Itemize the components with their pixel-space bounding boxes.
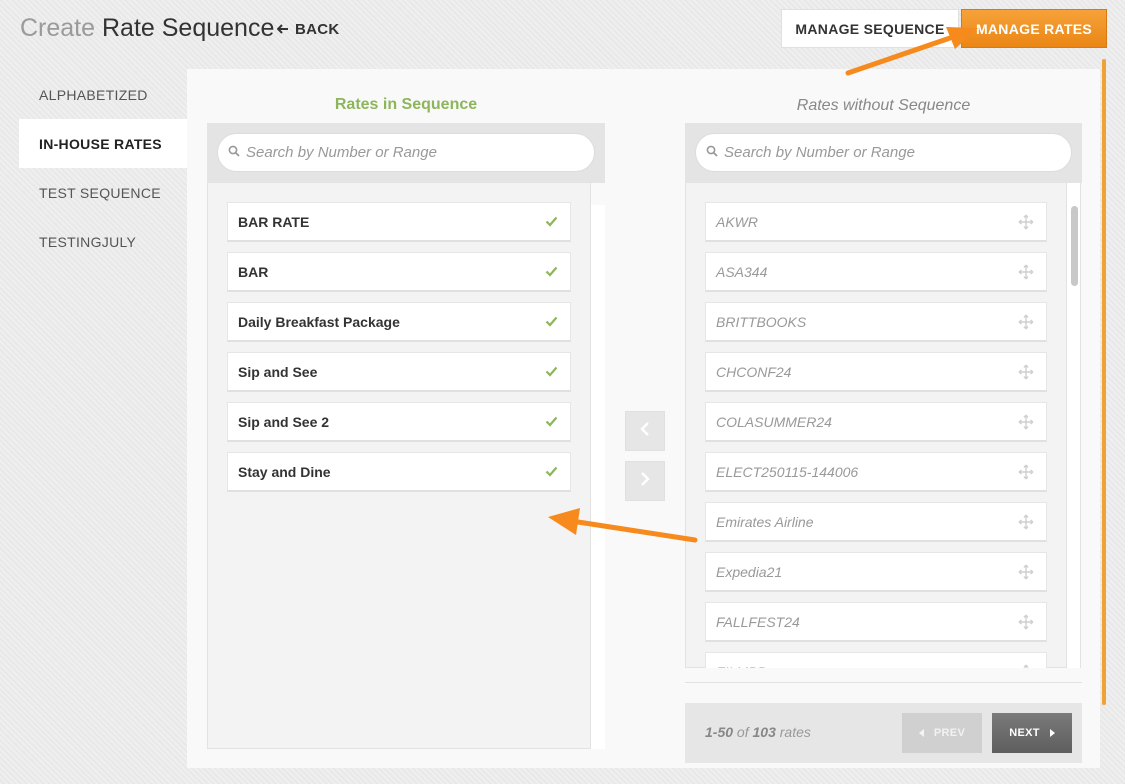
- left-search-box: [217, 133, 595, 172]
- rate-name: Stay and Dine: [238, 463, 331, 480]
- manage-rates-button[interactable]: MANAGE RATES: [961, 9, 1107, 48]
- move-icon[interactable]: [1018, 614, 1034, 633]
- rate-name: BRITTBOOKS: [716, 313, 807, 330]
- unsequenced-rate-row[interactable]: ASA344: [705, 252, 1047, 292]
- move-icon[interactable]: [1018, 464, 1034, 483]
- rate-name: BAR: [238, 263, 269, 280]
- right-list-scrollbar-thumb[interactable]: [1071, 206, 1078, 286]
- triangle-left-icon: [918, 729, 924, 737]
- chevron-left-icon: [640, 421, 650, 442]
- search-icon: [706, 144, 718, 162]
- left-search-input[interactable]: [246, 144, 576, 161]
- unsequenced-rate-row[interactable]: ELECT250115-144006: [705, 452, 1047, 492]
- prev-label: PREV: [933, 727, 966, 739]
- checkmark-icon: [545, 464, 558, 480]
- page-title-main: Rate Sequence: [102, 14, 275, 42]
- move-left-button[interactable]: [625, 411, 665, 451]
- search-icon: [228, 144, 240, 162]
- pager-range: 1-50: [705, 724, 734, 740]
- triangle-right-icon: [1049, 729, 1055, 737]
- rate-name: Emirates Airline: [716, 513, 814, 530]
- unsequenced-rate-row[interactable]: FILMBB: [705, 652, 1047, 668]
- left-list-scrolltrack: [591, 205, 605, 749]
- move-icon[interactable]: [1018, 364, 1034, 383]
- right-search-input[interactable]: [724, 144, 1053, 161]
- move-icon[interactable]: [1018, 664, 1034, 668]
- unsequenced-rate-row[interactable]: AKWR: [705, 202, 1047, 242]
- page-title: Create Rate Sequence: [20, 14, 274, 43]
- checkmark-icon: [545, 214, 558, 230]
- rate-name: AKWR: [716, 213, 758, 230]
- sequenced-rate-row[interactable]: Daily Breakfast Package: [227, 302, 571, 342]
- rates-in-sequence-title: Rates in Sequence: [334, 96, 478, 113]
- unsequenced-rate-row[interactable]: CHCONF24: [705, 352, 1047, 392]
- rate-name: ASA344: [716, 263, 768, 280]
- next-page-button[interactable]: NEXT: [992, 713, 1072, 753]
- sidebar-item-testingjuly[interactable]: TESTINGJULY: [19, 217, 187, 266]
- unsequenced-rate-row[interactable]: BRITTBOOKS: [705, 302, 1047, 342]
- right-search-bar: [685, 123, 1082, 183]
- move-icon[interactable]: [1018, 564, 1034, 583]
- pager-summary: 1-50 of 103 rates: [705, 724, 811, 740]
- checkmark-icon: [545, 314, 558, 330]
- move-right-button[interactable]: [625, 461, 665, 501]
- checkmark-icon: [545, 414, 558, 430]
- sequenced-rate-row[interactable]: BAR: [227, 252, 571, 292]
- sequenced-rate-row[interactable]: BAR RATE: [227, 202, 571, 242]
- manage-sequence-button[interactable]: MANAGE SEQUENCE: [781, 9, 959, 48]
- pager-total: 103: [752, 724, 776, 740]
- unsequenced-rate-row[interactable]: COLASUMMER24: [705, 402, 1047, 442]
- left-search-bar: [207, 123, 605, 183]
- rate-name: ELECT250115-144006: [716, 463, 859, 480]
- rate-name: Expedia21: [716, 563, 783, 580]
- move-icon[interactable]: [1018, 264, 1034, 283]
- rate-name: Sip and See: [238, 363, 318, 380]
- pager-of: of: [736, 724, 749, 740]
- next-label: NEXT: [1009, 727, 1040, 739]
- rates-without-sequence-title: Rates without Sequence: [796, 97, 971, 114]
- arrow-left-icon: [276, 21, 289, 38]
- list-footer-separator: [685, 682, 1082, 702]
- back-link[interactable]: BACK: [276, 21, 340, 38]
- scroll-indicator-bar: [1102, 59, 1106, 705]
- move-icon[interactable]: [1018, 314, 1034, 333]
- prev-page-button[interactable]: PREV: [902, 713, 982, 753]
- rate-name: BAR RATE: [238, 213, 310, 230]
- sequenced-rate-row[interactable]: Sip and See: [227, 352, 571, 392]
- sidebar: ALPHABETIZED IN-HOUSE RATES TEST SEQUENC…: [19, 70, 187, 266]
- unsequenced-rate-row[interactable]: FALLFEST24: [705, 602, 1047, 642]
- unsequenced-rate-row[interactable]: Emirates Airline: [705, 502, 1047, 542]
- right-search-box: [695, 133, 1072, 172]
- rate-name: Daily Breakfast Package: [238, 313, 400, 330]
- sidebar-item-in-house-rates[interactable]: IN-HOUSE RATES: [19, 119, 187, 168]
- rate-name: Sip and See 2: [238, 413, 330, 430]
- sidebar-item-alphabetized[interactable]: ALPHABETIZED: [19, 70, 187, 119]
- sequenced-rate-row[interactable]: Stay and Dine: [227, 452, 571, 492]
- move-icon[interactable]: [1018, 514, 1034, 533]
- unsequenced-rate-row[interactable]: Expedia21: [705, 552, 1047, 592]
- pager-unit: rates: [779, 724, 811, 740]
- back-label: BACK: [295, 21, 340, 38]
- sequenced-rate-row[interactable]: Sip and See 2: [227, 402, 571, 442]
- move-icon[interactable]: [1018, 414, 1034, 433]
- move-icon[interactable]: [1018, 214, 1034, 233]
- checkmark-icon: [545, 364, 558, 380]
- rate-name: COLASUMMER24: [716, 413, 832, 430]
- chevron-right-icon: [640, 471, 650, 492]
- checkmark-icon: [545, 264, 558, 280]
- page-title-prefix: Create: [20, 14, 96, 42]
- rate-name: FILMBB: [716, 664, 767, 668]
- rate-name: FALLFEST24: [716, 613, 800, 630]
- sidebar-item-test-sequence[interactable]: TEST SEQUENCE: [19, 168, 187, 217]
- rate-name: CHCONF24: [716, 363, 792, 380]
